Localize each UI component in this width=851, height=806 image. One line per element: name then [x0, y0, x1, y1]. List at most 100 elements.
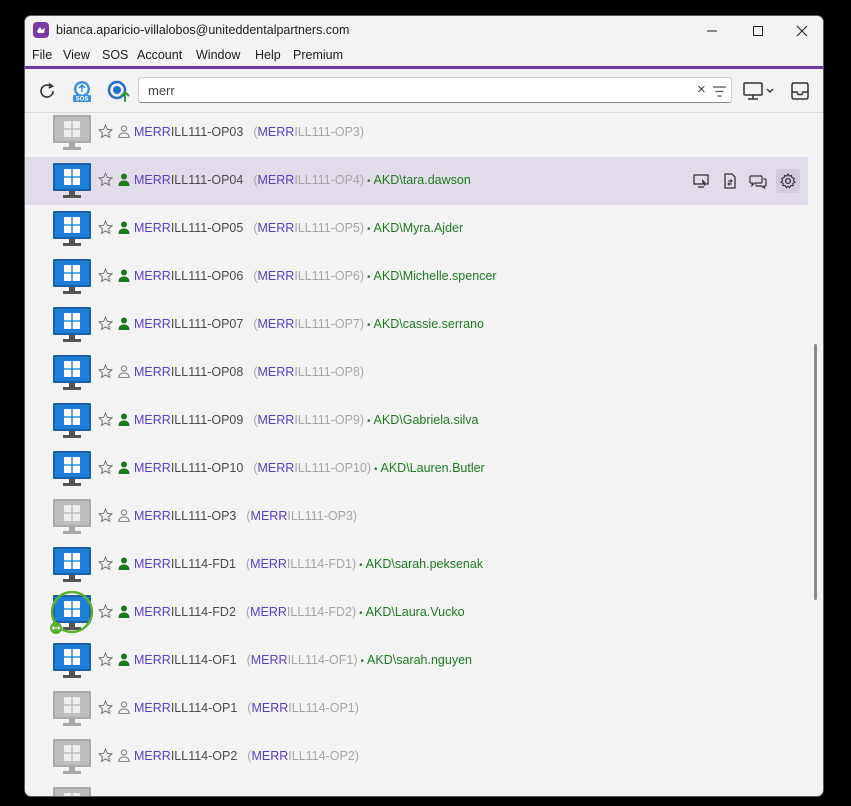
alias-rest-text: ILL114-OP1) [288, 701, 359, 715]
logged-in-user: AKD\Michelle.spencer [373, 269, 497, 283]
chat-icon[interactable] [746, 169, 770, 193]
menu-view[interactable]: View [63, 48, 90, 62]
name-rest-text: ILL111-OP3 [170, 509, 237, 523]
no-user-icon [118, 365, 130, 383]
favorite-star-icon[interactable] [97, 123, 114, 144]
minimize-button[interactable] [689, 16, 735, 46]
computer-name: MERRILL111-OP10 (MERRILL111-OP10) • AKD\Lau… [134, 461, 485, 475]
computer-name: MERRILL114-FD2 (MERRILL114-FD2) • AKD\Laura… [134, 605, 465, 619]
online-computer-icon [52, 450, 92, 493]
computer-row[interactable]: MERRILL114-OP2 (MERRILL114-OP2) [25, 733, 808, 781]
computer-row[interactable]: MERRILL111-OP07 (MERRILL111-OP7) • AKD\cass… [25, 301, 808, 349]
alias-match-text: MERR [250, 653, 288, 667]
deploy-session-icon[interactable] [105, 78, 131, 104]
name-rest-text: ILL111-OP04 [170, 173, 244, 187]
favorite-star-icon[interactable] [97, 555, 114, 576]
close-button[interactable] [779, 16, 823, 46]
logged-in-user: AKD\tara.dawson [373, 173, 471, 187]
computer-row[interactable]: MERRILL111-OP3 (MERRILL111-OP3) [25, 493, 808, 541]
computer-row[interactable]: MERRILL111-OP03 (MERRILL111-OP3) [25, 114, 808, 157]
logged-in-user-icon [118, 413, 130, 431]
alias-rest-text: ILL111-OP10) [294, 461, 371, 475]
favorite-star-icon[interactable] [97, 747, 114, 768]
no-user-icon [118, 125, 130, 143]
computer-row[interactable] [25, 781, 808, 796]
name-match-text: MERR [134, 653, 171, 667]
alias-text: (MERRILL111-OP5) [253, 221, 364, 235]
inbox-icon[interactable] [787, 78, 813, 104]
sos-label: SOS [76, 97, 89, 103]
computer-row[interactable]: MERRILL111-OP08 (MERRILL111-OP8) [25, 349, 808, 397]
favorite-star-icon[interactable] [97, 267, 114, 288]
alias-text: (MERRILL111-OP3) [253, 125, 364, 139]
settings-icon[interactable] [776, 169, 800, 193]
favorite-star-icon[interactable] [97, 363, 114, 384]
menu-window[interactable]: Window [196, 48, 240, 62]
online-computer-icon [52, 546, 92, 589]
title-bar: bianca.aparicio-villalobos@uniteddentalp… [25, 16, 823, 46]
alias-text: (MERRILL114-OF1) [247, 653, 358, 667]
menu-sos[interactable]: SOS [102, 48, 128, 62]
favorite-star-icon[interactable] [97, 603, 114, 624]
offline-computer-icon [52, 690, 92, 733]
app-window: bianca.aparicio-villalobos@uniteddentalp… [24, 15, 824, 797]
search-input[interactable] [148, 82, 678, 99]
computer-row[interactable]: MERRILL114-OF1 (MERRILL114-OF1) • AKD\sarah… [25, 637, 808, 685]
menu-file[interactable]: File [32, 48, 52, 62]
maximize-button[interactable] [735, 16, 781, 46]
computer-row[interactable]: MERRILL111-OP06 (MERRILL111-OP6) • AKD\Mich… [25, 253, 808, 301]
alias-text: (MERRILL111-OP8) [253, 365, 364, 379]
list-scrollbar[interactable] [814, 344, 817, 600]
computer-row[interactable]: MERRILL111-OP09 (MERRILL111-OP9) • AKD\Gabr… [25, 397, 808, 445]
remote-control-icon[interactable] [689, 169, 713, 193]
favorite-star-icon[interactable] [97, 459, 114, 480]
logged-in-user-icon [118, 653, 130, 671]
search-box: × [138, 77, 732, 103]
computer-row[interactable]: MERRILL111-OP10 (MERRILL111-OP10) • AKD\Lau… [25, 445, 808, 493]
favorite-star-icon[interactable] [97, 507, 114, 528]
computer-row[interactable]: MERRILL111-OP05 (MERRILL111-OP5) • AKD\Myra… [25, 205, 808, 253]
menu-account[interactable]: Account [137, 48, 182, 62]
file-transfer-icon[interactable] [718, 169, 742, 193]
sos-session-icon[interactable]: SOS [69, 78, 95, 104]
name-rest-text: ILL111-OP10 [170, 461, 244, 475]
favorite-star-icon[interactable] [97, 219, 114, 240]
separator-dot: • [367, 416, 371, 427]
alias-rest-text: ILL114-OF1) [287, 653, 358, 667]
name-rest-text: ILL114-OP1 [170, 701, 238, 715]
alias-text: (MERRILL111-OP3) [246, 509, 357, 523]
favorite-star-icon[interactable] [97, 171, 114, 192]
alias-rest-text: ILL114-FD2) [286, 605, 357, 619]
row-actions [687, 169, 805, 193]
alias-rest-text: ILL111-OP7) [294, 317, 365, 331]
alias-rest-text: ILL111-OP6) [294, 269, 365, 283]
filter-icon[interactable] [713, 84, 726, 102]
alias-match-text: MERR [257, 221, 295, 235]
computer-row[interactable]: MERRILL114-OP1 (MERRILL114-OP1) [25, 685, 808, 733]
online-computer-icon [52, 258, 92, 301]
name-match-text: MERR [134, 701, 171, 715]
separator-dot: • [359, 608, 363, 619]
favorite-star-icon[interactable] [97, 315, 114, 336]
no-user-icon [118, 509, 130, 527]
computer-row[interactable]: MERRILL114-FD2 (MERRILL114-FD2) • AKD\Laura… [25, 589, 808, 637]
separator-dot: • [360, 656, 365, 667]
name-match-text: MERR [134, 269, 171, 283]
menu-help[interactable]: Help [255, 48, 281, 62]
alias-match-text: MERR [257, 461, 295, 475]
computer-view-dropdown-icon[interactable] [741, 78, 777, 104]
name-match-text: MERR [134, 317, 171, 331]
menu-premium[interactable]: Premium [293, 48, 343, 62]
name-match-text: MERR [134, 365, 171, 379]
clear-search-icon[interactable]: × [697, 82, 706, 98]
name-rest-text: ILL111-OP05 [170, 221, 244, 235]
logged-in-user-icon [118, 317, 130, 335]
favorite-star-icon[interactable] [97, 699, 114, 720]
logged-in-user: AKD\sarah.nguyen [367, 653, 472, 667]
favorite-star-icon[interactable] [97, 651, 114, 672]
favorite-star-icon[interactable] [97, 411, 114, 432]
computer-row[interactable]: MERRILL111-OP04 (MERRILL111-OP4) • AKD\tara… [25, 157, 808, 205]
computer-row[interactable]: MERRILL114-FD1 (MERRILL114-FD1) • AKD\sarah… [25, 541, 808, 589]
separator-dot: • [367, 272, 371, 283]
refresh-icon[interactable] [34, 78, 60, 104]
